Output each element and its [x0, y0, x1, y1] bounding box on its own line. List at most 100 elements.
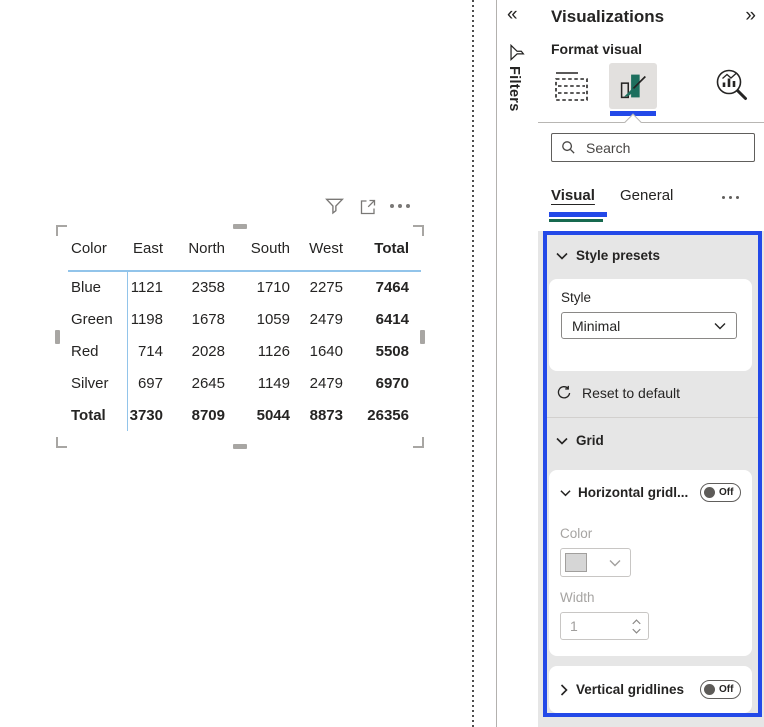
table-cell-total[interactable]: 6414: [355, 303, 421, 335]
format-pane-body: Style presets Style Minimal Reset to def…: [538, 231, 764, 727]
tabs-more-icon[interactable]: [722, 196, 739, 199]
horizontal-gridlines-header[interactable]: Horizontal gridl... Off: [560, 483, 741, 502]
format-visual-icon-selected[interactable]: [609, 63, 657, 109]
table-cell-total[interactable]: 6970: [355, 367, 421, 399]
focus-mode-icon[interactable]: [358, 197, 378, 217]
format-search-box[interactable]: [551, 133, 755, 162]
style-dropdown[interactable]: Minimal: [561, 312, 737, 339]
table-row: Blue 1121 2358 1710 2275 7464: [68, 271, 421, 303]
vertical-gridlines-toggle[interactable]: Off: [700, 680, 741, 699]
table-cell[interactable]: 2479: [302, 303, 355, 335]
row-header[interactable]: Green: [68, 303, 128, 335]
table-cell[interactable]: 8709: [175, 399, 237, 431]
tab-focus-indicator: [549, 212, 607, 217]
tab-visual[interactable]: Visual: [551, 187, 595, 204]
pane-divider: [496, 0, 497, 727]
chevron-down-icon: [556, 437, 568, 445]
canvas-edge-divider: [472, 0, 474, 727]
table-cell[interactable]: 8873: [302, 399, 355, 431]
table-cell[interactable]: 1059: [237, 303, 302, 335]
row-header[interactable]: Red: [68, 335, 128, 367]
table-cell[interactable]: 697: [127, 367, 175, 399]
table-row: Green 1198 1678 1059 2479 6414: [68, 303, 421, 335]
style-label: Style: [561, 290, 592, 305]
style-card: Style Minimal: [549, 279, 752, 371]
table-cell[interactable]: 1640: [302, 335, 355, 367]
table-cell-grand-total[interactable]: 26356: [355, 399, 421, 431]
table-cell[interactable]: 5044: [237, 399, 302, 431]
visualizations-pane: Visualizations » Format visual Search Vi…: [538, 0, 764, 727]
table-cell-total[interactable]: 7464: [355, 271, 421, 303]
table-cell-total[interactable]: 5508: [355, 335, 421, 367]
table-cell[interactable]: 2479: [302, 367, 355, 399]
width-label: Width: [560, 590, 595, 605]
analytics-icon[interactable]: [712, 66, 752, 106]
filters-pane-collapsed[interactable]: « Filters: [498, 0, 538, 727]
table-cell[interactable]: 1710: [237, 271, 302, 303]
table-row: Red 714 2028 1126 1640 5508: [68, 335, 421, 367]
reset-label: Reset to default: [582, 385, 681, 401]
table-total-row: Total 3730 8709 5044 8873 26356: [68, 399, 421, 431]
table-cell[interactable]: 2358: [175, 271, 237, 303]
column-header[interactable]: East: [127, 227, 175, 272]
matrix-visual[interactable]: Color East North South West Total Blue 1…: [55, 224, 425, 449]
section-divider: [547, 417, 758, 418]
pane-title: Visualizations: [551, 7, 665, 26]
column-header[interactable]: North: [175, 227, 237, 272]
table-cell[interactable]: 2645: [175, 367, 237, 399]
expand-filters-button[interactable]: «: [507, 4, 518, 26]
horizontal-gridlines-card: Horizontal gridl... Off Color Width 1: [549, 470, 752, 656]
spinner-icon: [632, 618, 641, 634]
selected-icon-notch: [624, 113, 642, 131]
table-cell[interactable]: 1149: [237, 367, 302, 399]
color-swatch: [565, 553, 587, 572]
toggle-knob: [704, 487, 715, 498]
vertical-gridlines-card[interactable]: Vertical gridlines Off: [549, 666, 752, 713]
horizontal-gridlines-toggle[interactable]: Off: [700, 483, 741, 502]
frame-corner: [413, 225, 424, 236]
color-dropdown-disabled: [560, 548, 631, 577]
chevron-down-icon: [609, 559, 621, 567]
filters-funnel-icon[interactable]: [508, 43, 527, 62]
table-cell[interactable]: 1678: [175, 303, 237, 335]
table-header-row: Color East North South West Total: [68, 227, 421, 272]
powerbi-window: Color East North South West Total Blue 1…: [0, 0, 764, 727]
resize-handle-top[interactable]: [233, 224, 247, 229]
table-cell[interactable]: 1126: [237, 335, 302, 367]
search-icon: [561, 140, 576, 155]
more-options-icon[interactable]: [390, 204, 410, 208]
table-cell[interactable]: 714: [127, 335, 175, 367]
chevron-down-icon: [714, 322, 726, 330]
resize-handle-bottom[interactable]: [233, 444, 247, 449]
table-cell[interactable]: 2275: [302, 271, 355, 303]
resize-handle-right[interactable]: [420, 329, 425, 344]
format-visual-heading: Format visual: [551, 41, 643, 57]
table-cell[interactable]: 1121: [127, 271, 175, 303]
table-cell[interactable]: 3730: [127, 399, 175, 431]
column-header[interactable]: Color: [68, 227, 127, 272]
style-dropdown-value: Minimal: [572, 317, 621, 334]
format-pane-selection-outline: Style presets Style Minimal Reset to def…: [543, 231, 762, 717]
section-grid[interactable]: Grid: [556, 433, 604, 448]
table-cell[interactable]: 2028: [175, 335, 237, 367]
reset-to-default-button[interactable]: Reset to default: [556, 385, 680, 401]
row-header-total[interactable]: Total: [68, 399, 128, 431]
build-visual-icon[interactable]: [551, 66, 591, 106]
frame-corner: [413, 437, 424, 448]
column-header[interactable]: South: [237, 227, 302, 272]
row-header[interactable]: Silver: [68, 367, 128, 399]
section-style-presets[interactable]: Style presets: [556, 248, 660, 263]
resize-handle-left[interactable]: [55, 329, 60, 344]
toggle-label: Off: [719, 684, 734, 695]
column-header[interactable]: West: [302, 227, 355, 272]
tab-general[interactable]: General: [620, 187, 673, 204]
table-cell[interactable]: 1198: [127, 303, 175, 335]
section-title: Grid: [576, 433, 604, 448]
row-header[interactable]: Blue: [68, 271, 128, 303]
column-header-total[interactable]: Total: [355, 227, 421, 272]
search-input[interactable]: [584, 138, 745, 157]
filter-icon[interactable]: [324, 196, 345, 217]
collapse-visualizations-button[interactable]: »: [745, 5, 756, 27]
chevron-down-icon: [560, 489, 571, 497]
toggle-label: Off: [719, 487, 734, 498]
